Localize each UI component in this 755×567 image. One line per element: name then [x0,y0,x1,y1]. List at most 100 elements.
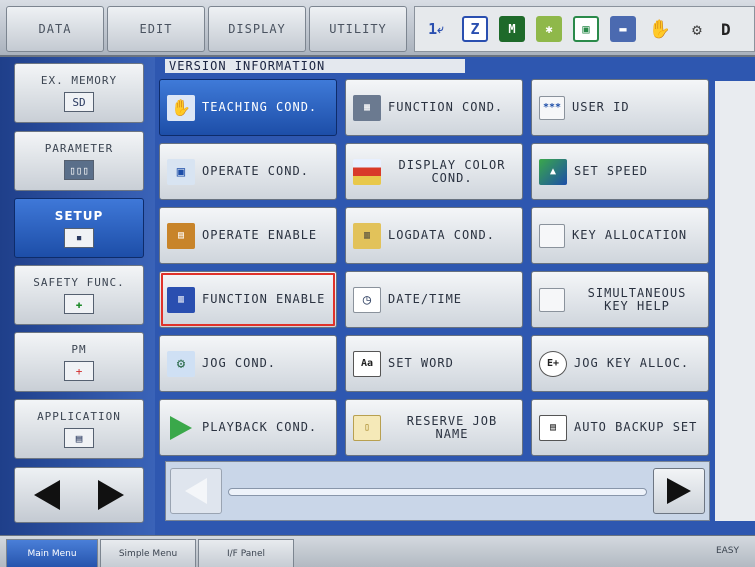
menu-tab-edit[interactable]: EDIT [107,6,205,52]
button-label: AUTO BACKUP SET [574,420,698,434]
speed-icon: ▲ [539,158,567,185]
button-label: RESERVE JOB NAME [406,413,498,441]
hold-icon: ▬ [610,16,636,42]
horizontal-scrollbar[interactable] [165,461,710,521]
date-time-button[interactable]: ◷ DATE/TIME [345,271,523,328]
operate-enable-icon: ▤ [167,222,195,249]
robot-icon: ⚙ [692,19,702,39]
display-color-cond-button[interactable]: DISPLAY COLOR COND. [345,143,523,200]
security-icon: ✱ [536,16,562,42]
overflow-label[interactable]: D [721,20,731,39]
right-strip [715,81,755,521]
operate-cond-button[interactable]: ▣ OPERATE COND. [159,143,337,200]
arrow-left-icon [185,478,207,504]
button-label: SIMULTANEOUS KEY HELP [587,285,687,313]
easy-label: EASY [715,546,739,556]
sd-card-icon: SD [64,92,94,112]
status-icon-strip: 1 ⤶ Z M ✱ ▣ ▬ ✋ ⚙ D [414,6,755,52]
coordinate-icon: ▣ [573,16,599,42]
function-enable-icon: ▥ [167,286,195,313]
function-cond-icon: ▦ [353,94,381,121]
hand-icon: ✋ [648,18,672,40]
button-label: SET WORD [388,356,454,370]
left-nav: EX. MEMORY SD PARAMETER ▯▯▯ SETUP ▪ SAFE… [0,57,155,535]
nav-ex-memory[interactable]: EX. MEMORY SD [14,63,144,123]
scroll-track[interactable] [228,488,647,496]
key-help-icon [539,287,565,312]
button-label: LOGDATA COND. [388,228,495,242]
user-id-button[interactable]: *** USER ID [531,79,709,136]
button-label: SET SPEED [574,164,649,178]
user-id-icon: *** [539,95,565,120]
nav-pm[interactable]: PM + [14,332,144,392]
function-cond-button[interactable]: ▦ FUNCTION COND. [345,79,523,136]
operate-cond-icon: ▣ [167,158,195,185]
menu-tab-display[interactable]: DISPLAY [208,6,306,52]
parameter-icon: ▯▯▯ [64,160,94,180]
logdata-cond-button[interactable]: ▥ LOGDATA COND. [345,207,523,264]
button-label: TEACHING COND. [202,100,318,114]
teaching-cond-button[interactable]: ✋ TEACHING COND. [159,79,337,136]
menu-tab-data[interactable]: DATA [6,6,104,52]
bottom-bar: Main Menu Simple Menu I/F Panel EASY [0,535,755,567]
manual-mode-icon: M [499,16,525,42]
arrow-left-icon[interactable] [34,480,60,510]
nav-label: PM [71,343,87,356]
button-label: FUNCTION COND. [388,100,504,114]
button-label: OPERATE COND. [202,164,309,178]
button-label: KEY ALLOCATION [572,228,688,242]
button-label: JOG KEY ALLOC. [574,356,690,370]
key-allocation-button[interactable]: KEY ALLOCATION [531,207,709,264]
button-label: PLAYBACK COND. [202,420,318,434]
nav-setup[interactable]: SETUP ▪ [14,198,144,258]
reserve-job-name-button[interactable]: ▯ RESERVE JOB NAME [345,399,523,456]
tab-simple-menu[interactable]: Simple Menu [100,539,196,567]
reserve-job-icon: ▯ [353,414,381,441]
playback-icon [167,415,195,441]
setup-panel: VERSION INFORMATION ✋ TEACHING COND. ▦ F… [155,57,755,535]
arrow-right-icon [667,478,691,504]
nav-label: SETUP [54,208,104,223]
menu-tab-utility[interactable]: UTILITY [309,6,407,52]
button-label: OPERATE ENABLE [202,228,318,242]
nav-label: SAFETY FUNC. [33,276,125,289]
auto-backup-set-button[interactable]: ▤ AUTO BACKUP SET [531,399,709,456]
function-enable-button[interactable]: ▥ FUNCTION ENABLE [159,271,337,328]
logdata-icon: ▥ [353,222,381,249]
auto-backup-icon: ▤ [539,414,567,441]
set-word-button[interactable]: Aa SET WORD [345,335,523,392]
operate-enable-button[interactable]: ▤ OPERATE ENABLE [159,207,337,264]
cycle-icon: Z [462,16,488,42]
tab-if-panel[interactable]: I/F Panel [198,539,294,567]
button-label: JOG COND. [202,356,277,370]
set-speed-button[interactable]: ▲ SET SPEED [531,143,709,200]
nav-label: PARAMETER [44,142,114,155]
scroll-left-button[interactable] [170,468,222,514]
scroll-right-button[interactable] [653,468,705,514]
top-menu-bar: DATA EDIT DISPLAY UTILITY 1 ⤶ Z M ✱ ▣ ▬ ✋… [0,0,755,57]
simultaneous-key-help-button[interactable]: SIMULTANEOUS KEY HELP [531,271,709,328]
button-label: DATE/TIME [388,292,463,306]
step-1-icon: 1 ⤶ [428,20,444,38]
clock-icon: ◷ [353,286,381,313]
button-label: DISPLAY COLOR COND. [398,157,506,185]
jog-cond-button[interactable]: ⚙ JOG COND. [159,335,337,392]
jog-key-alloc-button[interactable]: E+ JOG KEY ALLOC. [531,335,709,392]
safety-icon: ✚ [64,294,94,314]
version-information-title: VERSION INFORMATION [165,59,465,73]
arrow-right-icon[interactable] [98,480,124,510]
application-icon: ▤ [64,428,94,448]
step-number: 1 [428,20,438,38]
playback-cond-button[interactable]: PLAYBACK COND. [159,399,337,456]
nav-label: APPLICATION [37,410,121,423]
pm-icon: + [64,361,94,381]
page-arrows [14,467,144,523]
setup-icon: ▪ [64,227,94,248]
nav-safety-func[interactable]: SAFETY FUNC. ✚ [14,265,144,325]
jog-key-icon: E+ [539,350,567,377]
nav-parameter[interactable]: PARAMETER ▯▯▯ [14,131,144,191]
tab-main-menu[interactable]: Main Menu [6,539,98,567]
set-word-icon: Aa [353,350,381,377]
jog-cond-icon: ⚙ [167,350,195,377]
nav-application[interactable]: APPLICATION ▤ [14,399,144,459]
